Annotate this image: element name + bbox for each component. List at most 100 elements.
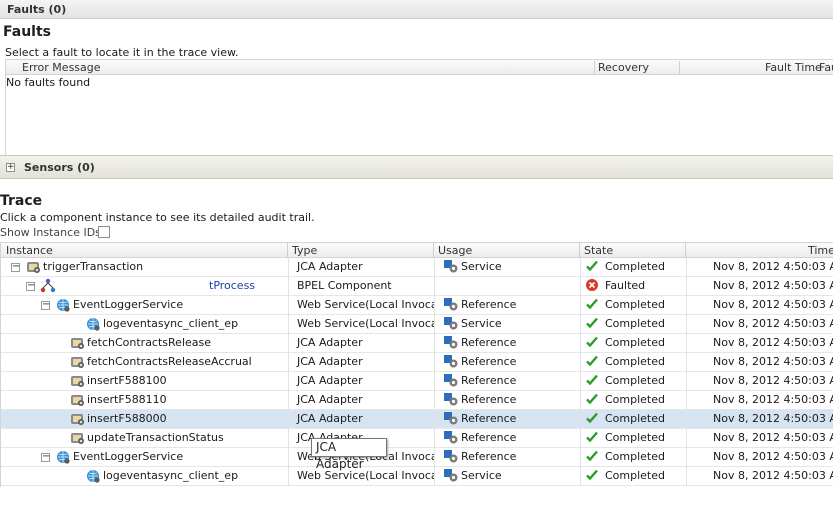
reference-icon (443, 448, 459, 464)
column-fault-time[interactable]: Fault Time (765, 61, 822, 74)
check-icon (585, 297, 599, 311)
usage-cell (434, 277, 580, 296)
column-error-message[interactable]: Error Message (22, 61, 101, 74)
state-cell: Completed (580, 315, 686, 334)
usage-label: Service (461, 260, 502, 273)
trace-row[interactable]: insertF588100 JCA Adapter Reference Complet… (1, 372, 833, 391)
usage-label: Reference (461, 393, 517, 406)
trace-row[interactable]: −EventLoggerServiceWeb Service(Local Inv… (1, 448, 833, 467)
instance-name[interactable]: insertF588000 (87, 410, 167, 428)
trace-row[interactable]: logeventasync_client_ep Web Service(Local… (1, 315, 833, 334)
instance-name[interactable]: EventLoggerService (73, 296, 183, 314)
column-state[interactable]: State (584, 244, 613, 257)
column-fault-extra[interactable]: Fau (819, 61, 833, 74)
trace-row[interactable]: − triggerTransaction JCA Adapter Service Com… (1, 258, 833, 277)
column-time[interactable]: Time (808, 244, 833, 257)
instance-name[interactable]: insertF588110 (87, 391, 167, 409)
column-divider[interactable] (287, 243, 288, 258)
instance-cell: insertF588000 (1, 410, 287, 429)
column-recovery[interactable]: Recovery (598, 61, 649, 74)
instance-name[interactable]: tProcess (209, 277, 255, 295)
usage-cell: Reference (434, 334, 580, 353)
instance-name[interactable]: insertF588100 (87, 372, 167, 390)
state-label: Completed (605, 393, 665, 406)
instance-cell: − tProcess (1, 277, 287, 296)
state-label: Completed (605, 317, 665, 330)
instance-cell: logeventasync_client_ep (1, 315, 287, 334)
column-divider[interactable] (685, 243, 686, 258)
column-divider[interactable] (433, 243, 434, 258)
trace-row[interactable]: insertF588000 JCA Adapter Reference Complet… (1, 410, 833, 429)
trace-table-header: Instance Type Usage State Time (1, 242, 833, 258)
collapse-icon[interactable]: − (41, 300, 50, 310)
state-cell: Completed (580, 410, 686, 429)
column-usage[interactable]: Usage (438, 244, 472, 257)
instance-name[interactable]: logeventasync_client_ep (103, 467, 238, 485)
web-service-icon (85, 468, 101, 484)
state-cell: Completed (580, 467, 686, 486)
jca-adapter-icon (69, 411, 85, 427)
tooltip: JCA Adapter (311, 438, 387, 471)
instance-cell: insertF588110 (1, 391, 287, 410)
column-divider[interactable] (594, 61, 595, 74)
check-icon (585, 392, 599, 406)
type-cell: BPEL Component (288, 277, 434, 296)
state-label: Completed (605, 450, 665, 463)
collapse-icon[interactable]: − (11, 262, 20, 272)
state-label: Completed (605, 431, 665, 444)
time-cell: Nov 8, 2012 4:50:03 AM (686, 315, 833, 334)
column-divider[interactable] (679, 61, 680, 74)
time-cell: Nov 8, 2012 4:50:03 AM (686, 410, 833, 429)
bpel-component-icon (40, 278, 56, 294)
column-type[interactable]: Type (292, 244, 317, 257)
collapse-icon[interactable]: − (41, 452, 50, 462)
type-cell: JCA Adapter (288, 372, 434, 391)
usage-label: Reference (461, 431, 517, 444)
usage-cell: Reference (434, 353, 580, 372)
check-icon (585, 354, 599, 368)
instance-name[interactable]: triggerTransaction (43, 258, 143, 276)
state-cell: Completed (580, 353, 686, 372)
instance-name[interactable]: fetchContractsReleaseAccrual (87, 353, 252, 371)
reference-icon (443, 296, 459, 312)
trace-row[interactable]: insertF588110 JCA Adapter Reference Complet… (1, 391, 833, 410)
trace-title: Trace (0, 193, 43, 209)
column-instance[interactable]: Instance (6, 244, 53, 257)
show-instance-ids-checkbox[interactable] (98, 226, 110, 238)
trace-row[interactable]: logeventasync_client_ep Web Service(Local… (1, 467, 833, 486)
trace-row[interactable]: updateTransactionStatusJCA AdapterRefere… (1, 429, 833, 448)
type-cell: JCA Adapter (288, 334, 434, 353)
check-icon (585, 335, 599, 349)
instance-name[interactable]: EventLoggerService (73, 448, 183, 466)
usage-label: Reference (461, 450, 517, 463)
instance-name[interactable]: logeventasync_client_ep (103, 315, 238, 333)
instance-cell: updateTransactionStatus (1, 429, 287, 448)
sensors-header-bar[interactable]: + Sensors (0) (0, 155, 833, 179)
type-cell: JCA Adapter (288, 410, 434, 429)
usage-cell: Reference (434, 391, 580, 410)
collapse-icon[interactable]: − (26, 281, 35, 291)
usage-cell: Reference (434, 429, 580, 448)
sensors-label[interactable]: Sensors (0) (24, 161, 95, 174)
state-label: Completed (605, 298, 665, 311)
trace-row[interactable]: −EventLoggerServiceWeb Service(Local Inv… (1, 296, 833, 315)
state-cell: Completed (580, 429, 686, 448)
expand-icon[interactable]: + (6, 163, 15, 172)
trace-row[interactable]: fetchContractsRelease JCA Adapter Referenc… (1, 334, 833, 353)
instance-name[interactable]: fetchContractsRelease (87, 334, 211, 352)
type-cell: Web Service(Local Invocatio (288, 315, 434, 334)
usage-cell: Reference (434, 410, 580, 429)
column-divider[interactable] (579, 243, 580, 258)
check-icon (585, 316, 599, 330)
usage-label: Reference (461, 355, 517, 368)
usage-cell: Reference (434, 372, 580, 391)
reference-icon (443, 391, 459, 407)
trace-row[interactable]: fetchContractsReleaseAccrual JCA Adapter R… (1, 353, 833, 372)
service-icon (443, 315, 459, 331)
reference-icon (443, 353, 459, 369)
type-cell: JCA Adapter (288, 353, 434, 372)
instance-name[interactable]: updateTransactionStatus (87, 429, 224, 447)
state-cell: Completed (580, 372, 686, 391)
faults-header-bar[interactable]: Faults (0) (0, 0, 833, 19)
trace-row[interactable]: − tProcess BPEL Component Faulted Nov 8, 201… (1, 277, 833, 296)
